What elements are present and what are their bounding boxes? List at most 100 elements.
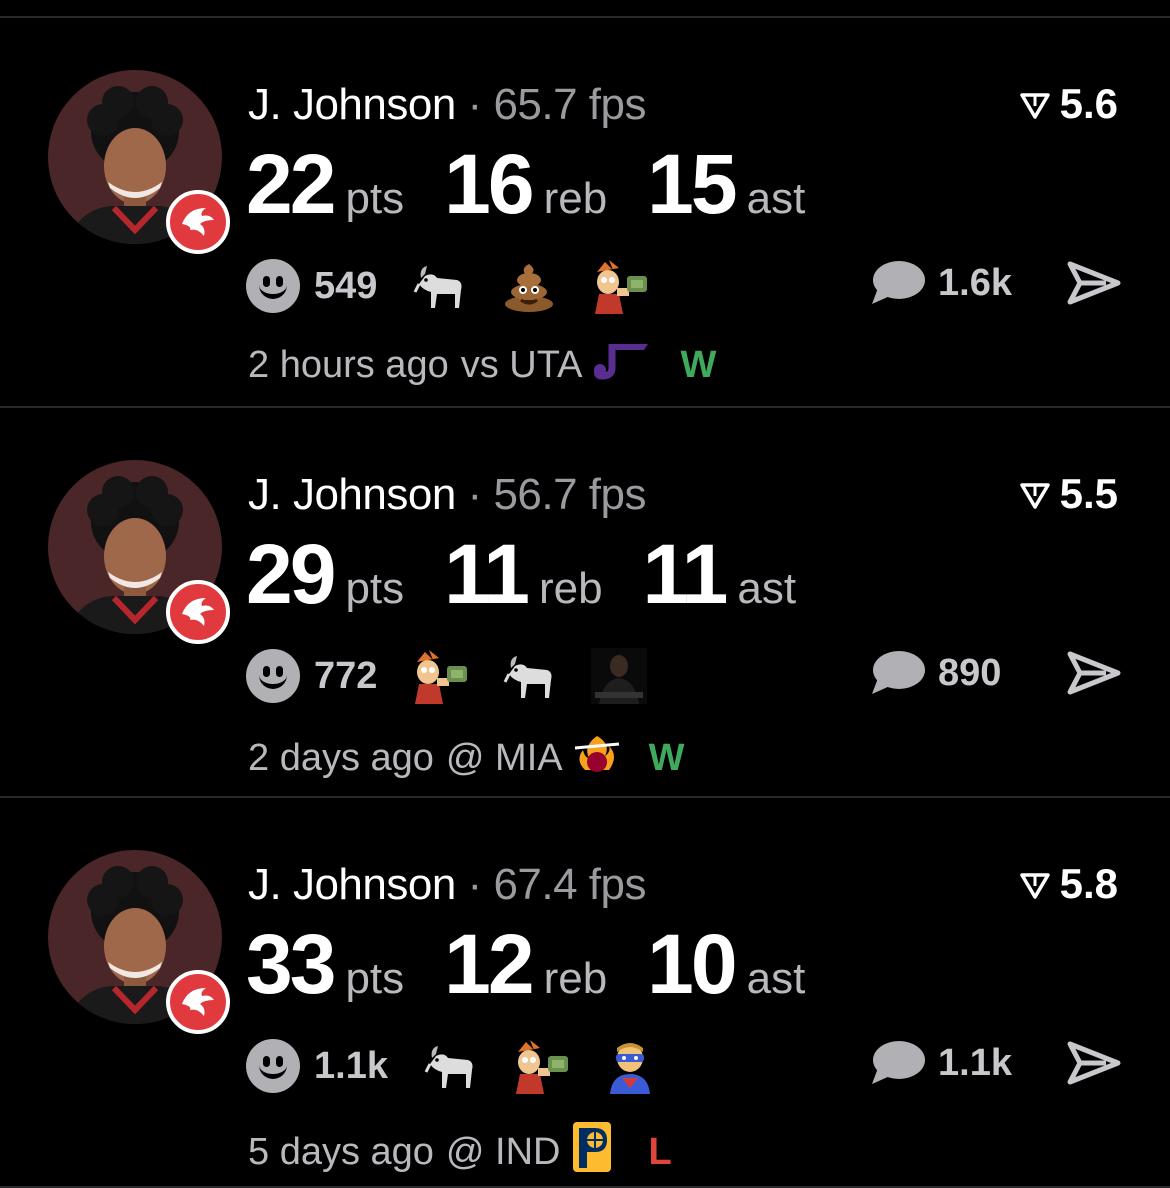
card-title: J. Johnson · 56.7 fps: [248, 470, 646, 520]
reaction-icons: [422, 1038, 692, 1094]
stat-value: 29: [246, 527, 336, 621]
reactions-bar[interactable]: 549: [246, 258, 681, 314]
comment-bubble-icon: [872, 651, 925, 694]
hawk-icon: [182, 598, 214, 626]
stat-value: 12: [444, 917, 534, 1011]
comments-button[interactable]: 1.1k: [870, 1038, 1012, 1088]
stat-line: 29 pts 11 reb 11 ast: [246, 526, 836, 623]
comment-count: 890: [938, 651, 1002, 694]
reactions-bar[interactable]: 772: [246, 648, 681, 704]
stat-unit: ast: [746, 954, 806, 1003]
reactions-bar[interactable]: 1.1k: [246, 1038, 692, 1094]
game-meta: 2 days ago @ MIA W: [248, 730, 685, 786]
player-name[interactable]: J. Johnson: [248, 80, 456, 129]
reaction-icons: [411, 648, 681, 704]
comments-button[interactable]: 890: [870, 648, 1001, 698]
opponent[interactable]: vs UTA: [461, 344, 583, 387]
share-button[interactable]: [1066, 1038, 1122, 1093]
rating-icon: [1019, 483, 1050, 509]
goat-icon[interactable]: [422, 1038, 478, 1094]
share-button[interactable]: [1066, 258, 1122, 313]
send-icon: [1067, 651, 1121, 695]
rating[interactable]: 5.5: [1019, 470, 1118, 518]
stat-unit: ast: [746, 174, 806, 223]
masked-hero-icon[interactable]: [602, 1038, 658, 1094]
fantasy-points: 56.7 fps: [493, 470, 646, 519]
heat-logo-icon: [571, 730, 623, 786]
game-meta: 2 hours ago vs UTA W: [248, 340, 716, 390]
add-reaction-icon[interactable]: [246, 1039, 300, 1093]
hawks-logo-badge: [166, 580, 230, 644]
game-result: W: [648, 736, 685, 779]
fry-money-icon[interactable]: [512, 1038, 568, 1094]
stat-value: 10: [647, 917, 737, 1011]
stat-value: 33: [246, 917, 336, 1011]
game-time: 5 days ago: [248, 1130, 434, 1173]
title-separator: ·: [467, 860, 483, 909]
stat-unit: reb: [543, 174, 608, 223]
stat-value: 11: [444, 527, 530, 621]
stat-value: 22: [246, 137, 336, 231]
stat-value: 11: [642, 527, 729, 621]
stat-line: 22 pts 16 reb 15 ast: [246, 136, 845, 233]
stat-unit: reb: [543, 954, 608, 1003]
stat-unit: pts: [345, 564, 405, 613]
hawk-icon: [182, 208, 214, 236]
game-card[interactable]: J. Johnson · 67.4 fps 5.8 33 pts 12 reb 10 as…: [0, 798, 1170, 1188]
goat-icon[interactable]: [501, 648, 557, 704]
stat-value: 16: [444, 137, 534, 231]
rating[interactable]: 5.8: [1019, 860, 1118, 908]
stat-value: 15: [647, 137, 737, 231]
dark-figure-icon[interactable]: [591, 648, 648, 704]
rating-value: 5.5: [1059, 470, 1118, 517]
rating-icon: [1019, 93, 1050, 119]
opponent[interactable]: @ MIA: [446, 737, 563, 780]
fry-money-icon[interactable]: [591, 258, 648, 314]
reaction-count: 1.1k: [314, 1044, 388, 1087]
comment-count: 1.1k: [938, 1041, 1012, 1084]
goat-icon[interactable]: [411, 258, 467, 314]
stat-unit: ast: [737, 564, 797, 613]
comment-count: 1.6k: [938, 261, 1012, 304]
stat-unit: pts: [345, 954, 405, 1003]
player-avatar[interactable]: [48, 70, 230, 254]
comment-bubble-icon: [872, 261, 925, 304]
player-avatar[interactable]: [48, 850, 230, 1034]
add-reaction-icon[interactable]: [246, 259, 300, 313]
card-title: J. Johnson · 65.7 fps: [248, 80, 646, 130]
game-card[interactable]: J. Johnson · 56.7 fps 5.5 29 pts 11 reb 11 as…: [0, 408, 1170, 798]
send-icon: [1067, 1041, 1121, 1085]
title-separator: ·: [467, 80, 483, 129]
fantasy-points: 67.4 fps: [493, 860, 646, 909]
poop-icon[interactable]: [501, 258, 557, 314]
game-result: L: [648, 1130, 672, 1173]
player-name[interactable]: J. Johnson: [248, 470, 456, 519]
send-icon: [1067, 261, 1121, 305]
comment-bubble-icon: [872, 1041, 925, 1084]
game-result: W: [680, 343, 717, 386]
comments-button[interactable]: 1.6k: [870, 258, 1012, 308]
title-separator: ·: [467, 470, 483, 519]
card-title: J. Johnson · 67.4 fps: [248, 860, 646, 910]
opponent[interactable]: @ IND: [446, 1131, 561, 1174]
rating-value: 5.8: [1059, 860, 1118, 907]
reaction-icons: [411, 258, 681, 314]
hawk-icon: [182, 988, 214, 1016]
hawks-logo-badge: [166, 190, 230, 254]
player-name[interactable]: J. Johnson: [248, 860, 456, 909]
reaction-count: 549: [314, 264, 378, 307]
pacers-logo-icon: [569, 1120, 623, 1184]
add-reaction-icon[interactable]: [246, 649, 300, 703]
game-card[interactable]: J. Johnson · 65.7 fps 5.6 22 pts 16 reb 15 as…: [0, 18, 1170, 408]
fry-money-icon[interactable]: [411, 648, 468, 704]
game-time: 2 hours ago: [248, 343, 449, 386]
game-time: 2 days ago: [248, 736, 434, 779]
stat-line: 33 pts 12 reb 10 ast: [246, 916, 845, 1013]
share-button[interactable]: [1066, 648, 1122, 703]
fantasy-points: 65.7 fps: [493, 80, 646, 129]
rating[interactable]: 5.6: [1019, 80, 1118, 128]
player-avatar[interactable]: [48, 460, 230, 644]
jazz-logo-icon: [590, 340, 654, 390]
rating-value: 5.6: [1059, 80, 1118, 127]
stat-unit: pts: [345, 174, 405, 223]
